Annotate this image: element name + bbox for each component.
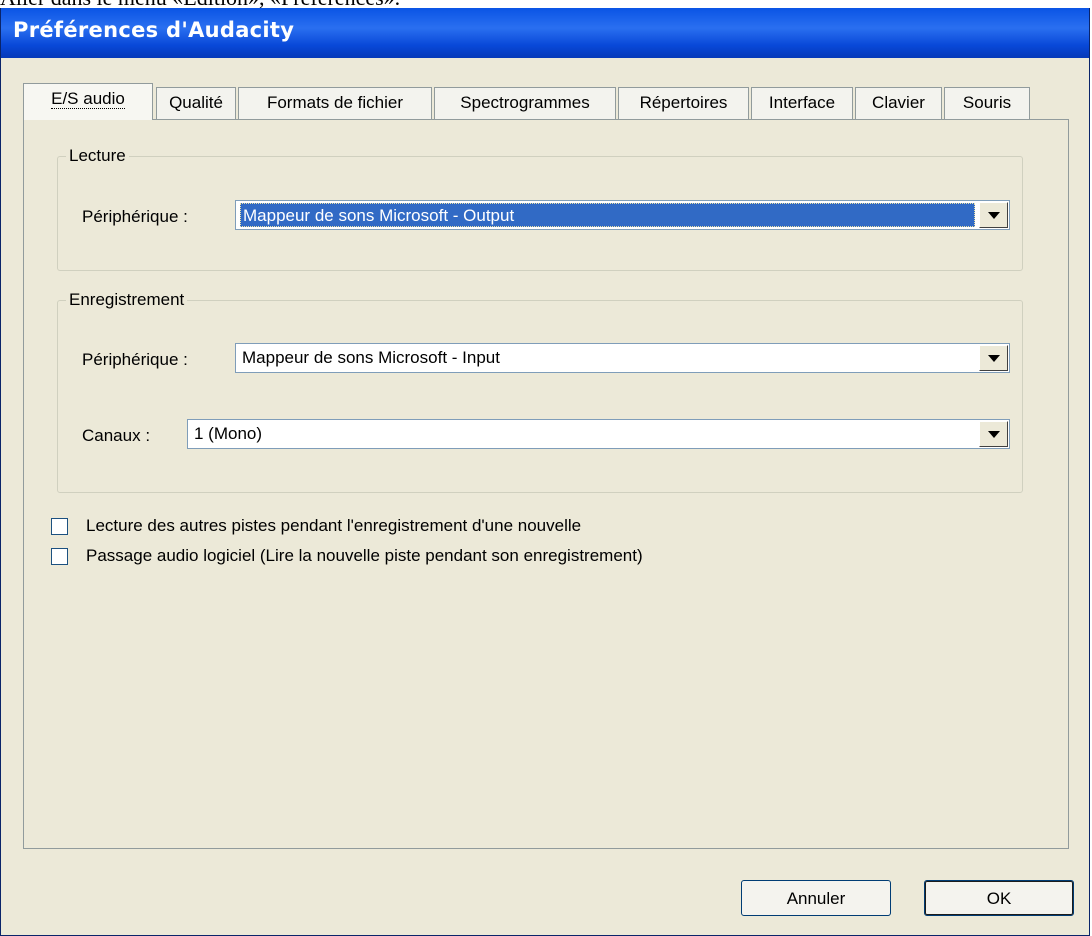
window-title: Préférences d'Audacity [13, 18, 295, 42]
tab-audio-io[interactable]: E/S audio [23, 83, 153, 120]
playback-legend: Lecture [66, 146, 129, 166]
tab-label: Qualité [169, 93, 223, 112]
recording-device-value: Mappeur de sons Microsoft - Input [242, 348, 500, 367]
tab-label: Interface [768, 93, 836, 112]
dropdown-arrow-icon[interactable] [979, 345, 1008, 371]
tab-label: Clavier [872, 93, 925, 112]
tab-bar: E/S audio Qualité Formats de fichier Spe… [23, 83, 1083, 120]
tab-label: Spectrogrammes [460, 93, 590, 112]
tab-label: Formats de fichier [266, 93, 404, 112]
tab-quality[interactable]: Qualité [156, 87, 236, 119]
channels-value: 1 (Mono) [194, 424, 263, 443]
channels-select[interactable]: 1 (Mono) [187, 419, 1010, 449]
playback-device-select[interactable]: Mappeur de sons Microsoft - Output [235, 200, 1010, 230]
playback-device-label: Périphérique : [82, 207, 188, 226]
recording-group: Enregistrement Périphérique : Mappeur de… [57, 290, 1023, 493]
recording-device-label: Périphérique : [82, 350, 188, 369]
playback-device-value: Mappeur de sons Microsoft - Output [240, 203, 975, 227]
software-playthrough-label[interactable]: Passage audio logiciel (Lire la nouvelle… [86, 546, 643, 566]
tab-directories[interactable]: Répertoires [618, 87, 749, 119]
tab-label: Souris [962, 93, 1012, 112]
title-bar[interactable]: Préférences d'Audacity [1, 8, 1089, 58]
playback-during-record-checkbox[interactable] [51, 518, 68, 535]
tab-label: E/S audio [51, 89, 125, 109]
tab-interface[interactable]: Interface [751, 87, 853, 119]
ok-button[interactable]: OK [924, 880, 1074, 916]
tab-label: Répertoires [639, 93, 728, 112]
playback-during-record-label[interactable]: Lecture des autres pistes pendant l'enre… [86, 516, 581, 536]
tab-panel-audio-io: Lecture Périphérique : Mappeur de sons M… [23, 119, 1069, 849]
tab-spectrograms[interactable]: Spectrogrammes [434, 87, 616, 119]
recording-device-select[interactable]: Mappeur de sons Microsoft - Input [235, 343, 1010, 373]
playback-group: Lecture Périphérique : Mappeur de sons M… [57, 146, 1023, 271]
dropdown-arrow-icon[interactable] [979, 202, 1008, 228]
dropdown-arrow-icon[interactable] [979, 421, 1008, 447]
recording-legend: Enregistrement [66, 290, 188, 310]
caption-text: Aller dans le menu «Edition», «Préférenc… [0, 0, 400, 8]
cancel-button[interactable]: Annuler [741, 880, 891, 916]
channels-label: Canaux : [82, 426, 151, 445]
tab-keyboard[interactable]: Clavier [855, 87, 942, 119]
preferences-dialog: Préférences d'Audacity E/S audio Qualité… [0, 8, 1090, 936]
software-playthrough-checkbox[interactable] [51, 548, 68, 565]
tab-file-formats[interactable]: Formats de fichier [238, 87, 432, 119]
tab-mouse[interactable]: Souris [944, 87, 1030, 119]
